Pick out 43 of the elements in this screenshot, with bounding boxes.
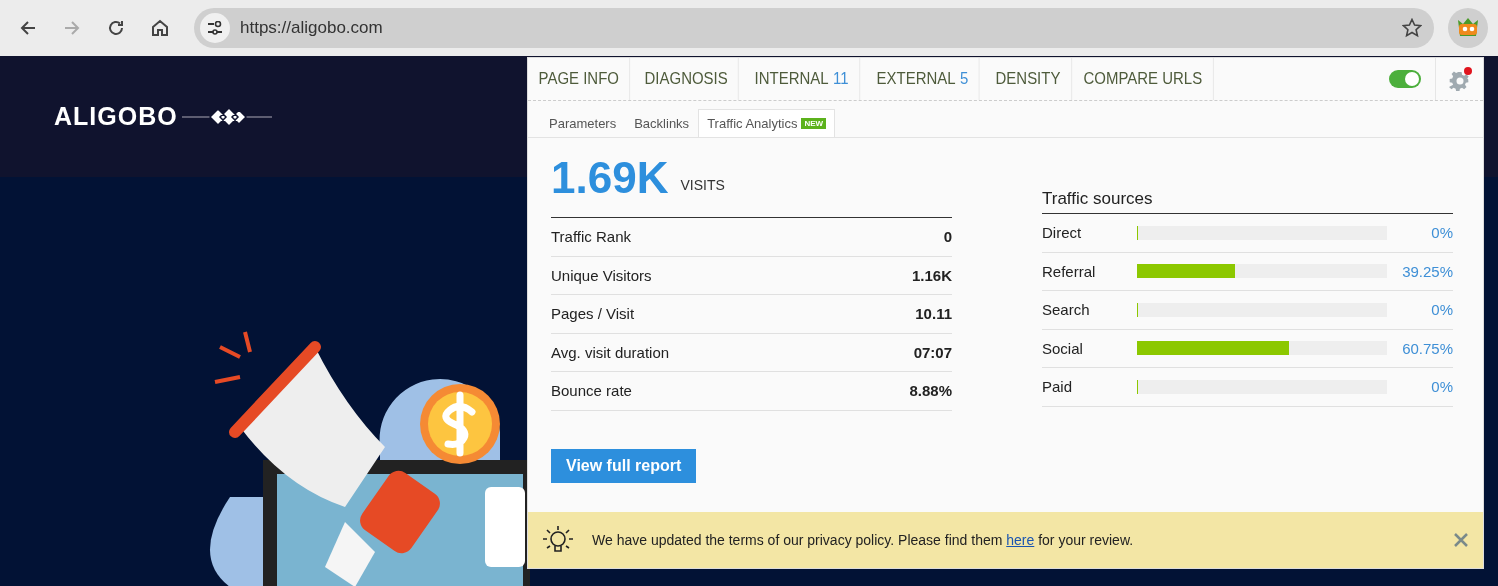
source-percent: 39.25% bbox=[1401, 262, 1453, 280]
subtab[interactable]: Parameters bbox=[540, 109, 626, 137]
metric-label: Traffic Rank bbox=[551, 228, 632, 246]
metric-value: 1.16K bbox=[911, 266, 952, 284]
source-percent: 0% bbox=[1430, 301, 1453, 319]
source-label: Paid bbox=[1042, 378, 1074, 396]
tab[interactable]: INTERNAL 11 bbox=[743, 58, 860, 100]
bookmark-star-icon[interactable] bbox=[1402, 18, 1422, 38]
source-percent: 60.75% bbox=[1401, 339, 1453, 357]
source-label: Referral bbox=[1042, 262, 1097, 280]
subtab[interactable]: Backlinks bbox=[625, 109, 699, 137]
tab[interactable]: DENSITY bbox=[984, 58, 1072, 100]
extension-icon[interactable] bbox=[1448, 8, 1488, 48]
tab[interactable]: COMPARE URLS bbox=[1073, 58, 1214, 100]
visits-count: 1.69K bbox=[551, 152, 669, 203]
metric-label: Pages / Visit bbox=[551, 305, 635, 323]
metric-label: Bounce rate bbox=[551, 382, 632, 400]
toggle-switch[interactable] bbox=[1389, 70, 1421, 88]
url-text: https://aligobo.com bbox=[240, 18, 384, 38]
tab[interactable]: PAGE INFO bbox=[528, 58, 631, 100]
tab[interactable]: EXTERNAL 5 bbox=[865, 58, 980, 100]
address-bar[interactable]: https://aligobo.com bbox=[194, 8, 1434, 48]
new-badge: NEW bbox=[801, 118, 827, 129]
source-label: Search bbox=[1042, 301, 1091, 319]
here-link[interactable]: here bbox=[1006, 532, 1035, 548]
site-settings-icon[interactable] bbox=[200, 13, 230, 43]
metric-label: Avg. visit duration bbox=[551, 343, 670, 361]
section-title: Traffic sources bbox=[1042, 186, 1453, 214]
source-label: Social bbox=[1042, 339, 1084, 357]
visits-label: VISITS bbox=[680, 176, 725, 193]
source-percent: 0% bbox=[1430, 378, 1453, 396]
privacy-notice-text: We have updated the terms of our privacy policy. Please find them here for your review. bbox=[592, 532, 1135, 548]
close-icon[interactable] bbox=[1453, 532, 1469, 548]
subtab[interactable]: Traffic Analytics NEW bbox=[698, 109, 836, 137]
source-label: Direct bbox=[1042, 224, 1083, 242]
metric-label: Unique Visitors bbox=[551, 266, 652, 284]
source-percent: 0% bbox=[1430, 224, 1453, 242]
metric-value: 0 bbox=[943, 228, 952, 246]
metric-value: 8.88% bbox=[909, 382, 952, 400]
site-logo: ALIGOBO bbox=[54, 102, 178, 131]
metric-value: 07:07 bbox=[913, 343, 952, 361]
tab[interactable]: DIAGNOSIS bbox=[634, 58, 740, 100]
metric-value: 10.11 bbox=[915, 305, 952, 323]
